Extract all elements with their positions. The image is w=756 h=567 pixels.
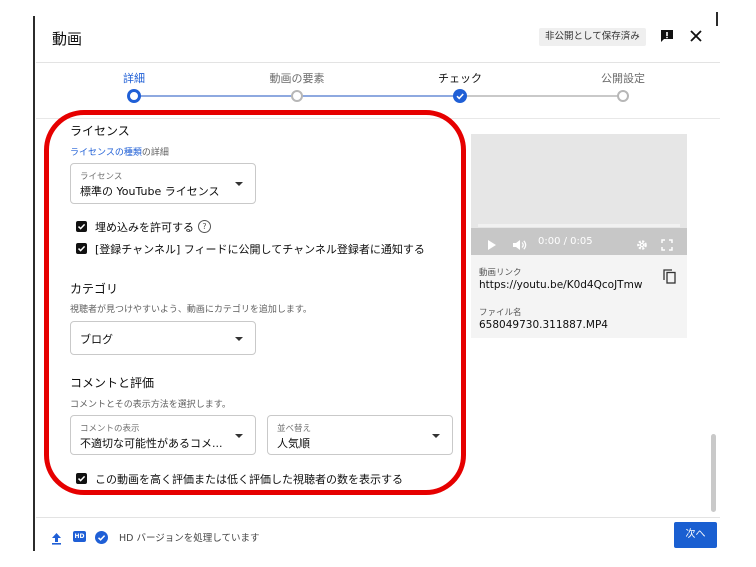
- annotation-highlight: [44, 110, 466, 495]
- filename-value: 658049730.311887.MP4: [479, 319, 608, 331]
- processing-status: HD バージョンを処理しています: [119, 533, 260, 544]
- step-elements-dot[interactable]: [291, 90, 303, 102]
- next-button[interactable]: 次へ: [674, 522, 717, 548]
- header-divider: [36, 62, 720, 63]
- video-time: 0:00 / 0:05: [538, 236, 593, 247]
- saved-status-badge: 非公開として保存済み: [539, 28, 646, 46]
- video-link-label: 動画リンク: [479, 268, 522, 278]
- fullscreen-icon[interactable]: [661, 236, 673, 251]
- step-details-dot[interactable]: [127, 89, 141, 103]
- step-details-label[interactable]: 詳細: [123, 70, 145, 86]
- copy-icon[interactable]: [663, 269, 676, 284]
- play-icon[interactable]: [486, 236, 498, 250]
- stepper-line: [297, 95, 460, 97]
- stepper-line: [460, 95, 623, 97]
- step-checks-dot[interactable]: [453, 89, 467, 103]
- step-elements-label[interactable]: 動画の要素: [270, 70, 325, 86]
- close-icon[interactable]: [686, 26, 706, 46]
- check-icon: [456, 93, 464, 100]
- gear-icon[interactable]: [636, 236, 648, 250]
- check-circle-icon: [95, 529, 108, 544]
- filename-label: ファイル名: [479, 308, 522, 318]
- stepper-line: [134, 95, 297, 97]
- video-progress-bar[interactable]: [478, 224, 680, 227]
- scrollbar-thumb[interactable]: [711, 434, 716, 512]
- upload-icon: [51, 530, 62, 545]
- video-link[interactable]: https://youtu.be/K0d4QcoJTmw: [479, 279, 642, 291]
- footer-divider: [36, 517, 720, 518]
- step-visibility-label[interactable]: 公開設定: [601, 70, 645, 86]
- dialog-title: 動画: [52, 30, 83, 48]
- dialog-left-border: [33, 16, 35, 551]
- volume-icon[interactable]: [512, 236, 528, 250]
- hd-icon: HD: [73, 531, 86, 542]
- feedback-icon[interactable]: [659, 28, 675, 44]
- step-visibility-dot[interactable]: [617, 90, 629, 102]
- step-checks-label[interactable]: チェック: [438, 70, 482, 86]
- dialog-right-border: [716, 12, 718, 26]
